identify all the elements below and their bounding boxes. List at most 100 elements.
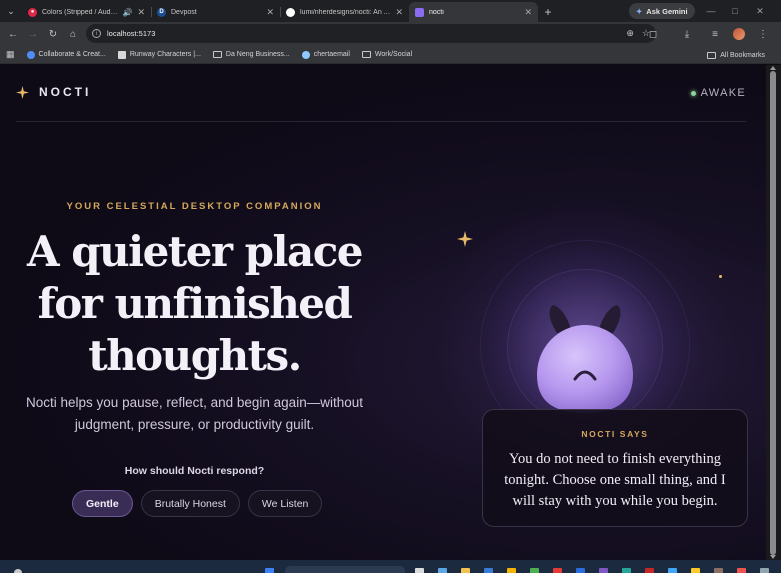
window-close-icon[interactable]: ✕: [749, 0, 771, 22]
back-arrow-icon[interactable]: ←: [3, 24, 23, 44]
scroll-down-icon[interactable]: [770, 555, 776, 559]
more-menu-icon[interactable]: ⋮: [753, 24, 773, 44]
address-url[interactable]: localhost:5173: [107, 29, 155, 38]
brand-logo[interactable]: NOCTI: [16, 85, 91, 99]
tab-favicon-icon: D: [157, 7, 166, 17]
tab-title: Devpost: [171, 8, 197, 16]
zoom-icon[interactable]: ⊕: [626, 28, 634, 39]
github-icon: [286, 7, 295, 17]
status-indicator: AWAKE: [690, 87, 746, 99]
tab-close-icon[interactable]: ✕: [137, 7, 145, 18]
runway-icon: [117, 50, 126, 59]
tab-title: lumi/nherdesigns/nocti: An AI c: [300, 8, 391, 16]
browser-tab-colors[interactable]: ● Colors (Stripped / Audio) | 🔊 ✕: [22, 2, 151, 22]
taskbar-app-icon[interactable]: [530, 568, 539, 573]
hero-headline: A quieter place for unfinished thoughts.: [0, 226, 389, 382]
minimize-icon[interactable]: —: [700, 0, 722, 22]
tab-favicon-icon: [415, 7, 424, 17]
taskbar-search[interactable]: [285, 566, 405, 573]
bookmark-collaborate[interactable]: Collaborate & Creat...: [26, 50, 106, 59]
ask-gemini-button[interactable]: ✦ Ask Gemini: [629, 3, 695, 19]
profile-avatar[interactable]: [733, 28, 745, 40]
star-dot-icon: [719, 275, 722, 278]
tab-search-chevron-icon[interactable]: ⌄: [0, 0, 22, 22]
gemini-sparkle-icon: ✦: [636, 6, 643, 16]
page-scrollbar[interactable]: [766, 65, 781, 560]
taskbar-app-icon[interactable]: [553, 568, 562, 573]
browser-toolbar: ← → ↻ ⌂ i localhost:5173 ⊕ ☆ ◻ ⤓ ≡ ⋮: [0, 22, 781, 46]
header-divider: [16, 121, 746, 122]
brand-name: NOCTI: [39, 85, 92, 99]
mode-we-listen-button[interactable]: We Listen: [247, 490, 323, 517]
all-bookmarks-button[interactable]: All Bookmarks: [707, 46, 765, 64]
subtitle-line: judgment, pressure, or productivity guil…: [74, 417, 315, 432]
taskbar-widget-icon[interactable]: [14, 569, 22, 573]
taskbar-app-icon[interactable]: [484, 568, 493, 573]
taskbar-app-icon[interactable]: [668, 568, 677, 573]
bookmark-label: Runway Characters |...: [129, 51, 201, 58]
scrollbar-thumb[interactable]: [770, 71, 776, 555]
taskbar-app-icon[interactable]: [599, 568, 608, 573]
folder-icon: [361, 51, 371, 58]
taskbar-app-icon[interactable]: [760, 568, 769, 573]
bookmark-label: Da Neng Business...: [225, 51, 290, 58]
taskbar-app-icon[interactable]: [645, 568, 654, 573]
browser-tab-nocti[interactable]: nocti ✕: [409, 2, 538, 22]
new-tab-plus-icon[interactable]: +: [538, 2, 558, 22]
bookmarks-bar: ▦ Collaborate & Creat... Runway Characte…: [0, 46, 781, 64]
bookmark-label: Collaborate & Creat...: [38, 51, 106, 58]
download-icon[interactable]: ⤓: [677, 24, 697, 44]
card-label: NOCTI SAYS: [581, 429, 649, 439]
tab-close-icon[interactable]: ✕: [395, 7, 403, 18]
forward-arrow-icon[interactable]: →: [23, 24, 43, 44]
mode-gentle-button[interactable]: Gentle: [72, 490, 133, 517]
bookmark-label: All Bookmarks: [720, 51, 765, 59]
site-info-icon[interactable]: i: [92, 29, 101, 38]
status-dot-icon: [690, 90, 696, 96]
mode-brutally-honest-button[interactable]: Brutally Honest: [140, 490, 240, 517]
bookmark-runway[interactable]: Runway Characters |...: [117, 50, 201, 59]
apps-grid-icon[interactable]: ▦: [6, 49, 15, 60]
nocti-creature-icon[interactable]: [535, 303, 635, 415]
os-taskbar: [0, 560, 781, 573]
taskbar-app-icon[interactable]: [438, 568, 447, 573]
response-mode-question: How should Nocti respond?: [124, 465, 265, 477]
bookmark-chertaemail[interactable]: chertaemail: [301, 50, 350, 59]
headline-line: A quieter place: [27, 227, 364, 276]
taskbar-app-icon[interactable]: [461, 568, 470, 573]
extensions-icon[interactable]: ◻: [643, 24, 663, 44]
taskbar-app-icon[interactable]: [415, 568, 424, 573]
browser-tab-bar: ⌄ ● Colors (Stripped / Audio) | 🔊 ✕ D De…: [0, 0, 781, 22]
maximize-icon[interactable]: □: [724, 0, 746, 22]
taskbar-app-icon[interactable]: [737, 568, 746, 573]
browser-tab-devpost[interactable]: D Devpost ✕: [151, 2, 280, 22]
taskbar-app-icon[interactable]: [576, 568, 585, 573]
home-icon[interactable]: ⌂: [63, 24, 83, 44]
tab-audio-icon[interactable]: 🔊: [122, 8, 132, 17]
bookmark-folder-work-social[interactable]: Work/Social: [361, 51, 412, 58]
taskbar-app-icon[interactable]: [691, 568, 700, 573]
headline-line: thoughts.: [88, 331, 302, 380]
subtitle-line: Nocti helps you pause, reflect, and begi…: [26, 395, 363, 410]
taskbar-app-icon[interactable]: [714, 568, 723, 573]
taskbar-app-icon[interactable]: [507, 568, 516, 573]
bookmark-label: chertaemail: [313, 51, 350, 58]
taskbar-app-icon[interactable]: [622, 568, 631, 573]
cloud-icon: [301, 50, 310, 59]
bookmark-folder-da-neng[interactable]: Da Neng Business...: [212, 51, 290, 58]
reload-icon[interactable]: ↻: [43, 24, 63, 44]
start-icon[interactable]: [265, 568, 274, 573]
folder-icon: [707, 51, 717, 59]
scroll-up-icon[interactable]: [770, 66, 776, 70]
response-mode-selector: Gentle Brutally Honest We Listen: [72, 490, 323, 517]
browser-tab-github[interactable]: lumi/nherdesigns/nocti: An AI c ✕: [280, 2, 409, 22]
tab-close-icon[interactable]: ✕: [524, 7, 532, 18]
media-control-icon[interactable]: ≡: [705, 24, 725, 44]
sparkle-icon: [457, 231, 473, 247]
folder-icon: [212, 51, 222, 58]
sparkle-icon: [16, 85, 29, 99]
headline-line: for unfinished: [37, 279, 353, 328]
tab-close-icon[interactable]: ✕: [266, 7, 274, 18]
address-bar[interactable]: i localhost:5173 ⊕ ☆: [86, 24, 656, 43]
tab-favicon-icon: ●: [28, 7, 37, 17]
